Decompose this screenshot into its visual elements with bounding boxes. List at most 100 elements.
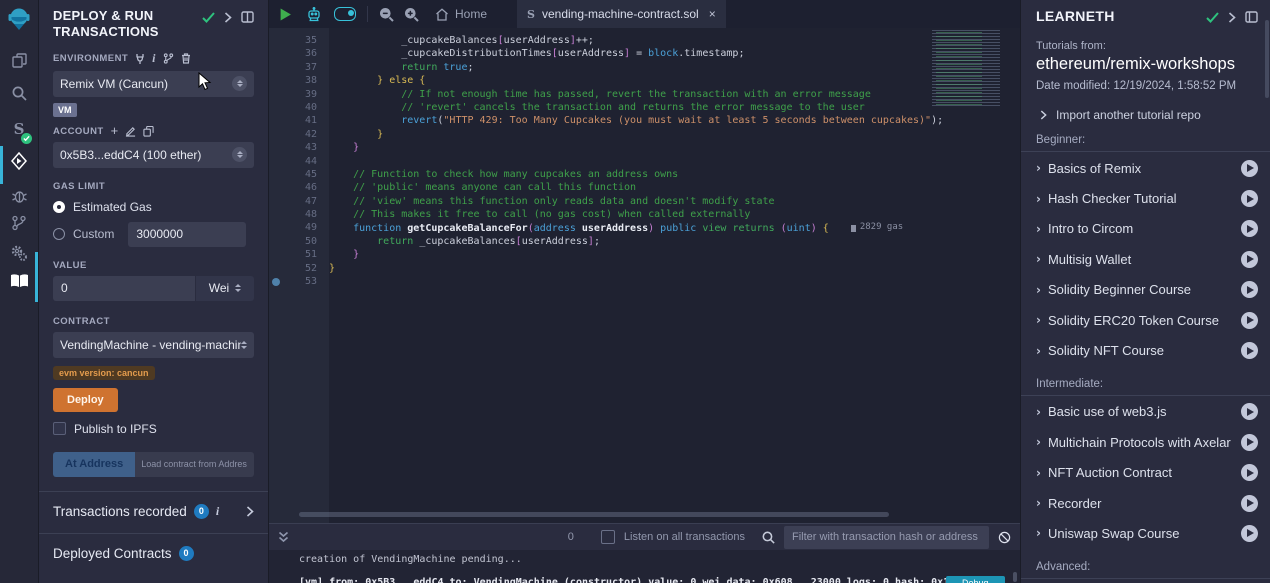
code-line[interactable]: 48 // This makes it free to call (no gas… (269, 208, 1020, 221)
environment-caret-icon[interactable] (232, 76, 247, 91)
code-line[interactable]: 35 _cupcakeBalances[userAddress]++; (269, 34, 1020, 47)
fork-state-icon[interactable] (163, 53, 174, 64)
transactions-expand-icon[interactable] (246, 506, 254, 517)
line-number[interactable]: 37 (283, 61, 329, 74)
play-tutorial-button[interactable] (1241, 403, 1258, 420)
transactions-info-icon[interactable]: i (216, 504, 219, 519)
line-number[interactable]: 38 (283, 74, 329, 87)
split-panel-icon[interactable] (241, 11, 254, 23)
code-line[interactable]: 50 return _cupcakeBalances[userAddress]; (269, 235, 1020, 248)
copy-account-icon[interactable] (143, 126, 154, 137)
editor-minimap[interactable] (926, 30, 1010, 108)
line-number[interactable]: 36 (283, 47, 329, 60)
breakpoint-dot[interactable] (269, 275, 283, 288)
close-tab-icon[interactable]: × (709, 7, 716, 21)
at-address-button[interactable]: At Address (53, 452, 135, 477)
play-tutorial-button[interactable] (1241, 220, 1258, 237)
breakpoint-gutter[interactable] (269, 141, 283, 154)
custom-gas-input[interactable] (128, 222, 246, 247)
collapse-terminal-icon[interactable] (278, 531, 289, 543)
add-account-icon[interactable]: + (111, 126, 119, 136)
breakpoint-gutter[interactable] (269, 208, 283, 221)
tab-active-file[interactable]: S vending-machine-contract.sol × (517, 0, 726, 28)
edit-account-icon[interactable] (125, 126, 136, 137)
breakpoint-gutter[interactable] (269, 101, 283, 114)
breakpoint-gutter[interactable] (269, 235, 283, 248)
breakpoint-gutter[interactable] (269, 88, 283, 101)
line-number[interactable]: 49 (283, 221, 329, 234)
breakpoint-gutter[interactable] (269, 34, 283, 47)
line-number[interactable]: 45 (283, 168, 329, 181)
breakpoint-gutter[interactable] (269, 221, 283, 234)
account-caret-icon[interactable] (232, 147, 247, 162)
run-script-icon[interactable] (279, 8, 292, 21)
line-number[interactable]: 35 (283, 34, 329, 47)
code-line[interactable]: 39 // If not enough time has passed, rev… (269, 88, 1020, 101)
tutorial-item[interactable]: ›Hash Checker Tutorial (1036, 183, 1258, 213)
breakpoint-gutter[interactable] (269, 47, 283, 60)
play-tutorial-button[interactable] (1241, 525, 1258, 542)
account-select[interactable]: 0x5B3...eddC4 (100 ether) (53, 142, 254, 168)
tutorial-item[interactable]: ›Solidity ERC20 Token Course (1036, 305, 1258, 335)
listen-all-checkbox[interactable] (601, 530, 615, 544)
split-panel-icon[interactable] (1245, 11, 1258, 23)
play-tutorial-button[interactable] (1241, 464, 1258, 481)
line-number[interactable]: 41 (283, 114, 329, 127)
line-number[interactable]: 46 (283, 181, 329, 194)
breakpoint-gutter[interactable] (269, 181, 283, 194)
code-line[interactable]: 36 _cupcakeDistributionTimes[userAddress… (269, 47, 1020, 60)
pin-panel-icon[interactable] (1228, 12, 1236, 23)
environment-select[interactable]: Remix VM (Cancun) (53, 71, 254, 97)
tutorial-item[interactable]: ›Intro to Circom (1036, 214, 1258, 244)
debugger-icon[interactable] (0, 182, 38, 208)
terminal-search-icon[interactable] (762, 531, 775, 544)
file-explorer-icon[interactable] (0, 47, 38, 73)
code-line[interactable]: 43 } (269, 141, 1020, 154)
plug-icon[interactable] (135, 53, 145, 64)
zoom-in-icon[interactable] (404, 7, 419, 22)
code-line[interactable]: 37 return true; (269, 61, 1020, 74)
solidity-compiler-icon[interactable]: S (0, 116, 38, 142)
code-line[interactable]: 49 function getCupcakeBalanceFor(address… (269, 221, 1020, 234)
play-tutorial-button[interactable] (1241, 190, 1258, 207)
code-line[interactable]: 47 // 'view' means this function only re… (269, 195, 1020, 208)
tutorial-item[interactable]: ›Solidity NFT Course (1036, 335, 1258, 365)
breakpoint-gutter[interactable] (269, 114, 283, 127)
line-number[interactable]: 50 (283, 235, 329, 248)
tutorial-item[interactable]: ›NFT Auction Contract (1036, 458, 1258, 488)
line-number[interactable]: 47 (283, 195, 329, 208)
breakpoint-gutter[interactable] (269, 155, 283, 168)
play-tutorial-button[interactable] (1241, 312, 1258, 329)
tab-home[interactable]: Home (425, 0, 497, 28)
play-tutorial-button[interactable] (1241, 495, 1258, 512)
import-repo-row[interactable]: Import another tutorial repo (1036, 108, 1258, 122)
tutorial-item[interactable]: ›Basics of Remix (1036, 153, 1258, 183)
learneth-icon[interactable] (0, 264, 38, 298)
editor-horizontal-scrollbar[interactable] (299, 512, 889, 517)
line-number[interactable]: 51 (283, 248, 329, 261)
play-tutorial-button[interactable] (1241, 251, 1258, 268)
deploy-run-icon[interactable] (0, 148, 38, 174)
breakpoint-gutter[interactable] (269, 74, 283, 87)
line-number[interactable]: 53 (283, 275, 329, 288)
search-icon[interactable] (0, 80, 38, 106)
tutorial-item[interactable]: ›Multichain Protocols with Axelar (1036, 427, 1258, 457)
environment-info-icon[interactable]: i (152, 51, 155, 66)
play-tutorial-button[interactable] (1241, 342, 1258, 359)
transactions-recorded-row[interactable]: Transactions recorded 0 i (53, 492, 254, 519)
remix-logo[interactable] (0, 6, 38, 32)
custom-gas-radio[interactable] (53, 228, 65, 240)
contract-select[interactable]: VendingMachine - vending-machin (53, 332, 254, 358)
breakpoint-gutter[interactable] (269, 195, 283, 208)
line-number[interactable]: 44 (283, 155, 329, 168)
code-line[interactable]: 53 (269, 275, 1020, 288)
line-number[interactable]: 48 (283, 208, 329, 221)
code-line[interactable]: 46 // 'public' means anyone can call thi… (269, 181, 1020, 194)
tutorial-item[interactable]: ›Basic use of web3.js (1036, 397, 1258, 427)
tutorial-item[interactable]: ›Multisig Wallet (1036, 244, 1258, 274)
source-control-icon[interactable] (0, 210, 38, 236)
ai-assistant-icon[interactable] (306, 7, 322, 22)
breakpoint-gutter[interactable] (269, 168, 283, 181)
line-number[interactable]: 42 (283, 128, 329, 141)
play-tutorial-button[interactable] (1241, 160, 1258, 177)
